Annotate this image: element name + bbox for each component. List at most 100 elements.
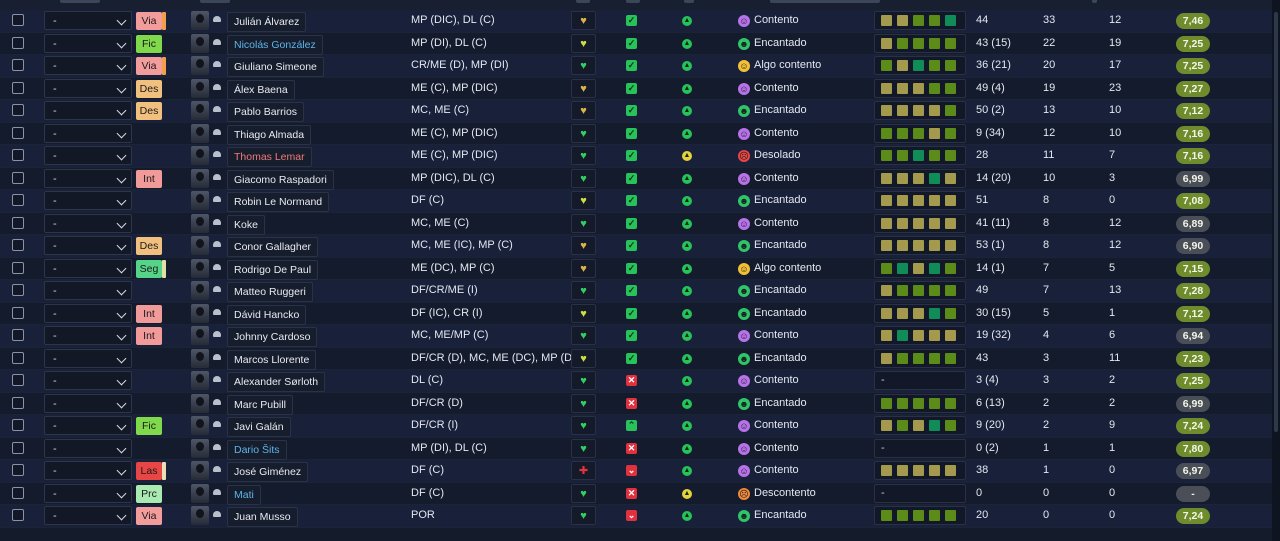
player-name[interactable]: Juan Musso	[227, 507, 298, 527]
fitness-cell[interactable]: ♥	[571, 348, 596, 368]
form-indicator[interactable]	[874, 101, 966, 120]
player-portrait[interactable]	[191, 326, 209, 345]
table-row[interactable]: - Int Dávid Hancko DF (IC), CR (I) ♥ ✓ ▲ ☻ Encan…	[0, 302, 1272, 325]
form-indicator[interactable]	[874, 303, 966, 323]
role-badge[interactable]: Fic	[136, 417, 162, 435]
player-name[interactable]: Giacomo Raspadori	[227, 169, 334, 190]
role-select[interactable]: -	[44, 101, 132, 120]
row-checkbox[interactable]	[12, 171, 24, 184]
form-indicator[interactable]	[874, 33, 966, 53]
player-name[interactable]: Matteo Ruggeri	[227, 282, 313, 302]
table-row[interactable]: - Des Conor Gallagher MC, ME (IC), MP (C) ♥ ✓…	[0, 235, 1272, 258]
row-checkbox[interactable]	[12, 126, 24, 139]
role-select[interactable]: -	[44, 416, 132, 435]
table-row[interactable]: - Des Pablo Barrios MC, ME (C) ♥ ✓ ▲ ☻ Encantado…	[0, 100, 1272, 123]
player-name[interactable]: Álex Baena	[227, 79, 295, 100]
fitness-cell[interactable]: ♥	[571, 506, 596, 525]
table-row[interactable]: - Prc Mati DF (C) ♥ ✕ ▲ ☹ Descontento - 0 0 0 -	[0, 482, 1272, 505]
row-checkbox[interactable]	[12, 419, 24, 431]
player-name[interactable]: José Giménez	[227, 462, 309, 482]
player-name[interactable]: Julián Álvarez	[227, 12, 307, 32]
row-checkbox[interactable]	[12, 14, 24, 26]
role-select[interactable]: -	[44, 33, 132, 53]
fitness-cell[interactable]: ♥	[571, 33, 596, 53]
player-name[interactable]: Koke	[227, 214, 265, 235]
role-badge[interactable]: Via	[136, 12, 162, 30]
row-checkbox[interactable]	[12, 194, 24, 206]
player-name[interactable]: Javi Galán	[227, 417, 291, 437]
role-select[interactable]: -	[44, 236, 132, 255]
fitness-cell[interactable]: ✚	[571, 461, 596, 480]
role-select[interactable]: -	[44, 348, 132, 368]
form-indicator[interactable]	[874, 123, 966, 143]
row-checkbox[interactable]	[12, 306, 24, 319]
fitness-cell[interactable]: ♥	[571, 258, 596, 278]
player-name[interactable]: Conor Gallagher	[227, 237, 319, 257]
fitness-cell[interactable]: ♥	[571, 168, 596, 188]
role-badge[interactable]: Las	[136, 462, 162, 480]
player-name[interactable]: Nicolás González	[227, 34, 323, 55]
role-badge[interactable]: Des	[136, 102, 162, 120]
form-indicator[interactable]	[874, 348, 966, 368]
role-select[interactable]: -	[44, 11, 132, 30]
role-select[interactable]: -	[44, 168, 132, 188]
role-select[interactable]: -	[44, 438, 132, 458]
form-indicator[interactable]	[874, 506, 966, 525]
role-select[interactable]: -	[44, 393, 132, 413]
row-checkbox[interactable]	[12, 149, 24, 161]
form-indicator[interactable]: -	[874, 483, 966, 503]
role-select[interactable]: -	[44, 258, 132, 278]
role-select[interactable]: -	[44, 123, 132, 143]
fitness-cell[interactable]: ♥	[571, 303, 596, 323]
form-indicator[interactable]	[874, 393, 966, 413]
row-checkbox[interactable]	[12, 351, 24, 364]
player-portrait[interactable]	[191, 101, 209, 120]
form-indicator[interactable]	[874, 281, 966, 300]
player-portrait[interactable]	[191, 393, 209, 413]
player-name[interactable]: Dávid Hancko	[227, 304, 307, 325]
role-badge[interactable]: Seg	[136, 259, 162, 278]
fitness-cell[interactable]: ♥	[571, 56, 596, 75]
role-badge[interactable]: Des	[136, 79, 162, 98]
role-select[interactable]: -	[44, 506, 132, 525]
form-indicator[interactable]	[874, 78, 966, 98]
table-row[interactable]: - Via Julián Álvarez MP (DIC), DL (C) ♥ ✓ ▲ ☺ Co…	[0, 10, 1272, 33]
player-name[interactable]: Mati	[227, 484, 261, 505]
fitness-cell[interactable]: ♥	[571, 123, 596, 143]
row-checkbox[interactable]	[12, 486, 24, 499]
fitness-cell[interactable]: ♥	[571, 416, 596, 435]
scrollbar-thumb[interactable]	[1274, 12, 1278, 432]
fitness-cell[interactable]: ♥	[571, 213, 596, 233]
fitness-cell[interactable]: ♥	[571, 393, 596, 413]
player-portrait[interactable]	[191, 416, 209, 435]
player-portrait[interactable]	[191, 213, 209, 233]
player-portrait[interactable]	[191, 146, 209, 165]
table-row[interactable]: - Robin Le Normand DF (C) ♥ ✓ ▲ ☻ Encantado 51 8 0…	[0, 190, 1272, 213]
role-badge[interactable]: Des	[136, 237, 162, 255]
fitness-cell[interactable]: ♥	[571, 438, 596, 458]
player-portrait[interactable]	[191, 281, 209, 300]
fitness-cell[interactable]: ♥	[571, 101, 596, 120]
player-name[interactable]: Giuliano Simeone	[227, 57, 324, 77]
table-row[interactable]: - Int Giacomo Raspadori MP (DIC), DL (C) ♥ ✓ ▲…	[0, 167, 1272, 190]
role-select[interactable]: -	[44, 146, 132, 165]
player-portrait[interactable]	[191, 191, 209, 210]
role-select[interactable]: -	[44, 326, 132, 345]
role-select[interactable]: -	[44, 191, 132, 210]
player-portrait[interactable]	[191, 461, 209, 480]
table-row[interactable]: - Las José Giménez DF (C) ✚ ⌄ ▲ ☺ Contento 38 1 0 6,…	[0, 460, 1272, 483]
role-select[interactable]: -	[44, 213, 132, 233]
player-name[interactable]: Pablo Barrios	[227, 102, 305, 122]
role-select[interactable]: -	[44, 371, 132, 390]
fitness-cell[interactable]: ♥	[571, 146, 596, 165]
player-portrait[interactable]	[191, 258, 209, 278]
player-name[interactable]: Thomas Lemar	[227, 147, 312, 167]
form-indicator[interactable]	[874, 56, 966, 75]
player-portrait[interactable]	[191, 371, 209, 390]
player-portrait[interactable]	[191, 438, 209, 458]
form-indicator[interactable]: -	[874, 371, 966, 390]
player-portrait[interactable]	[191, 168, 209, 188]
role-badge[interactable]: Fic	[136, 34, 162, 53]
table-row[interactable]: - Fic Javi Galán DF/CR (I) ♥ ⌃ ▲ ☺ Contento 9 (20…	[0, 415, 1272, 438]
role-badge[interactable]: Prc	[136, 484, 162, 503]
